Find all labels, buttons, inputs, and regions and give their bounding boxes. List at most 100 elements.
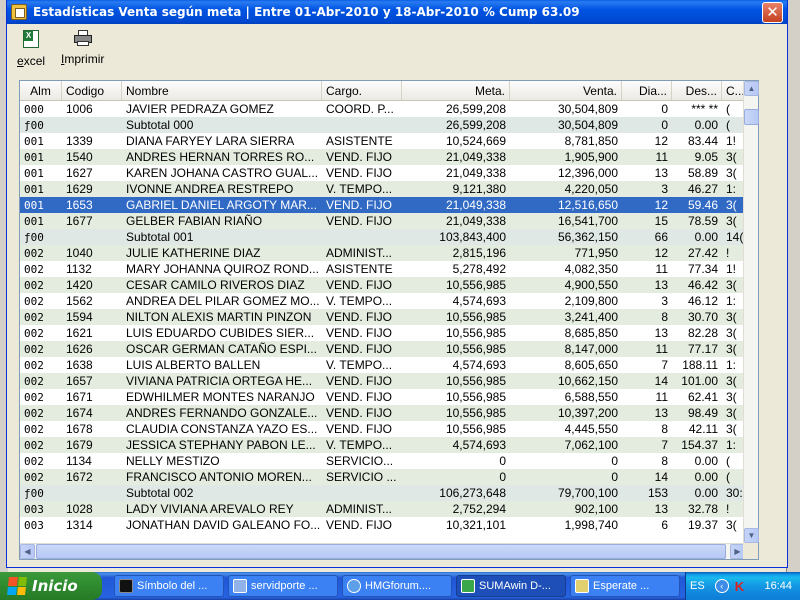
tray-expand-icon[interactable]: ‹: [714, 579, 729, 593]
table-row[interactable]: 003 1028 LADY VIVIANA AREVALO REY ADMINIST.…: [20, 501, 745, 517]
table-row[interactable]: 002 1671 EDWHILMER MONTES NARANJO VEND. FIJ…: [20, 389, 745, 405]
table-row[interactable]: 002 1621 LUIS EDUARDO CUBIDES SIER... VEND.…: [20, 325, 745, 341]
table-row[interactable]: 003 1314 JONATHAN DAVID GALEANO FO... VEND.…: [20, 517, 745, 533]
cell-nom: LUIS ALBERTO BALLEN: [126, 358, 261, 372]
cell-nom: OSCAR GERMAN CATAÑO ESPI...: [126, 342, 317, 356]
cell-ven: 8,147,000: [564, 342, 618, 356]
column-header-alm[interactable]: Alm: [20, 81, 62, 100]
cmd-icon: [119, 579, 133, 593]
taskbar-item-sum[interactable]: SUMAwin D-...: [456, 575, 566, 597]
table-row[interactable]: 001 1627 KAREN JOHANA CASTRO GUAL... VEND. …: [20, 165, 745, 181]
cell-nom: GABRIEL DANIEL ARGOTY MAR...: [126, 198, 317, 212]
language-indicator[interactable]: ES: [690, 580, 709, 592]
table-row[interactable]: 002 1638 LUIS ALBERTO BALLEN V. TEMPO... 4,5…: [20, 357, 745, 373]
table-row[interactable]: 002 1594 NILTON ALEXIS MARTIN PINZON VEND. …: [20, 309, 745, 325]
table-row[interactable]: 002 1562 ANDREA DEL PILAR GOMEZ MO... V. TE…: [20, 293, 745, 309]
column-header-dia[interactable]: Dia...: [622, 81, 672, 100]
taskbar-item-label: Símbolo del ...: [137, 580, 208, 592]
antivirus-icon[interactable]: K: [735, 579, 744, 594]
table-row[interactable]: 001 1677 GELBER FABIAN RIAÑO VEND. FIJO 21,0…: [20, 213, 745, 229]
cell-car: COORD. P...: [326, 102, 394, 116]
column-header-cod[interactable]: Codigo: [62, 81, 122, 100]
cell-alm: ƒ00: [24, 231, 44, 244]
cell-car: VEND. FIJO: [326, 518, 393, 532]
cell-alm: 002: [24, 343, 44, 356]
cell-car: V. TEMPO...: [326, 182, 393, 196]
table-row[interactable]: 001 1653 GABRIEL DANIEL ARGOTY MAR... VEND.…: [20, 197, 745, 213]
table-row[interactable]: 002 1134 NELLY MESTIZO SERVICIO... 0 0 8 0.00 (: [20, 453, 745, 469]
column-header-ven[interactable]: Venta.: [510, 81, 622, 100]
taskbar-item-cmd[interactable]: Símbolo del ...: [114, 575, 224, 597]
vertical-scrollbar[interactable]: ▲ ▼: [743, 81, 759, 543]
cell-cod: 1134: [66, 454, 92, 468]
cell-car: SERVICIO ...: [326, 470, 397, 484]
cell-cod: 1621: [66, 326, 93, 340]
cell-met: 10,556,985: [445, 422, 506, 436]
close-button[interactable]: ✕: [762, 2, 783, 23]
scroll-left-button[interactable]: ◀: [20, 544, 35, 559]
horizontal-scrollbar[interactable]: ◀ ▶: [20, 543, 745, 559]
cell-nom: JONATHAN DAVID GALEANO FO...: [126, 518, 321, 532]
cell-car: VEND. FIJO: [326, 326, 393, 340]
cell-ven: 771,950: [574, 246, 618, 260]
cell-c: 1:: [726, 182, 737, 196]
cell-nom: Subtotal 001: [126, 230, 194, 244]
sales-grid[interactable]: Alm Codigo Nombre Cargo. Meta. Venta. Dia... De…: [19, 80, 759, 560]
column-header-car[interactable]: Cargo.: [322, 81, 402, 100]
scroll-up-button[interactable]: ▲: [744, 81, 759, 96]
taskbar-item-net[interactable]: servidporte ...: [228, 575, 338, 597]
grid-body[interactable]: 000 1006 JAVIER PEDRAZA GOMEZ COORD. P... 26…: [20, 101, 745, 539]
column-header-c[interactable]: C...: [722, 81, 745, 100]
table-row[interactable]: 002 1420 CESAR CAMILO RIVEROS DIAZ VEND. FI…: [20, 277, 745, 293]
scroll-thumb-horizontal[interactable]: [36, 544, 726, 559]
cell-dia: 13: [654, 166, 668, 180]
taskbar-item-ie[interactable]: HMGforum....: [342, 575, 452, 597]
table-row[interactable]: 002 1678 CLAUDIA CONSTANZA YAZO ES... VEND.…: [20, 421, 745, 437]
cell-dia: 12: [654, 198, 668, 212]
table-row[interactable]: 002 1626 OSCAR GERMAN CATAÑO ESPI... VEND. …: [20, 341, 745, 357]
subtotal-row[interactable]: ƒ00 Subtotal 001 103,843,400 56,362,150 66 0.…: [20, 229, 745, 245]
table-row[interactable]: 002 1679 JESSICA STEPHANY PABON LE... V. TE…: [20, 437, 745, 453]
subtotal-row[interactable]: ƒ00 Subtotal 002 106,273,648 79,700,100 153 0…: [20, 485, 745, 501]
cell-cod: 1678: [66, 422, 93, 436]
cell-dia: 13: [654, 502, 668, 516]
cell-nom: DIANA FARYEY LARA SIERRA: [126, 134, 295, 148]
cell-alm: 002: [24, 455, 44, 468]
cell-des: 62.41: [687, 390, 718, 404]
column-header-des[interactable]: Des...: [672, 81, 722, 100]
table-row[interactable]: 002 1040 JULIE KATHERINE DIAZ ADMINIST... 2,…: [20, 245, 745, 261]
cell-c: 3(: [726, 214, 737, 228]
cell-alm: 002: [24, 423, 44, 436]
cell-dia: 11: [655, 390, 668, 404]
cell-ven: 4,445,550: [564, 422, 618, 436]
cell-ven: 16,541,700: [557, 214, 618, 228]
table-row[interactable]: 002 1674 ANDRES FERNANDO GONZALE... VEND. F…: [20, 405, 745, 421]
table-row[interactable]: 002 1672 FRANCISCO ANTONIO MOREN... SERVICI…: [20, 469, 745, 485]
table-row[interactable]: 001 1629 IVONNE ANDREA RESTREPO V. TEMPO...…: [20, 181, 745, 197]
cell-c: 3(: [726, 390, 737, 404]
subtotal-row[interactable]: ƒ00 Subtotal 000 26,599,208 30,504,809 0 0.00…: [20, 117, 745, 133]
scroll-down-button[interactable]: ▼: [744, 528, 759, 543]
cell-des: 46.27: [687, 182, 718, 196]
start-button[interactable]: Inicio: [0, 572, 102, 600]
table-row[interactable]: 001 1339 DIANA FARYEY LARA SIERRA ASISTENTE…: [20, 133, 745, 149]
cell-ven: 0: [611, 454, 618, 468]
column-header-nom[interactable]: Nombre: [122, 81, 322, 100]
cell-dia: 15: [654, 214, 668, 228]
table-row[interactable]: 002 1657 VIVIANA PATRICIA ORTEGA HE... VEND…: [20, 373, 745, 389]
table-row[interactable]: 001 1540 ANDRES HERNAN TORRES RO... VEND. F…: [20, 149, 745, 165]
table-row[interactable]: 002 1132 MARY JOHANNA QUIROZ ROND... ASISTE…: [20, 261, 745, 277]
titlebar[interactable]: Estadísticas Venta según meta | Entre 01…: [7, 0, 787, 24]
scroll-thumb-vertical[interactable]: [744, 109, 759, 125]
cell-ven: 79,700,100: [557, 486, 618, 500]
cell-c: !: [726, 502, 730, 516]
cell-alm: 002: [24, 279, 44, 292]
cell-des: 27.42: [687, 246, 718, 260]
table-row[interactable]: 000 1006 JAVIER PEDRAZA GOMEZ COORD. P... 26…: [20, 101, 745, 117]
column-header-met[interactable]: Meta.: [402, 81, 510, 100]
cell-met: 10,321,101: [445, 518, 506, 532]
taskbar-item-wait[interactable]: Esperate ...: [570, 575, 680, 597]
excel-button[interactable]: excel: [17, 28, 45, 68]
print-button[interactable]: Imprimir: [61, 28, 104, 66]
cell-dia: 12: [654, 246, 668, 260]
